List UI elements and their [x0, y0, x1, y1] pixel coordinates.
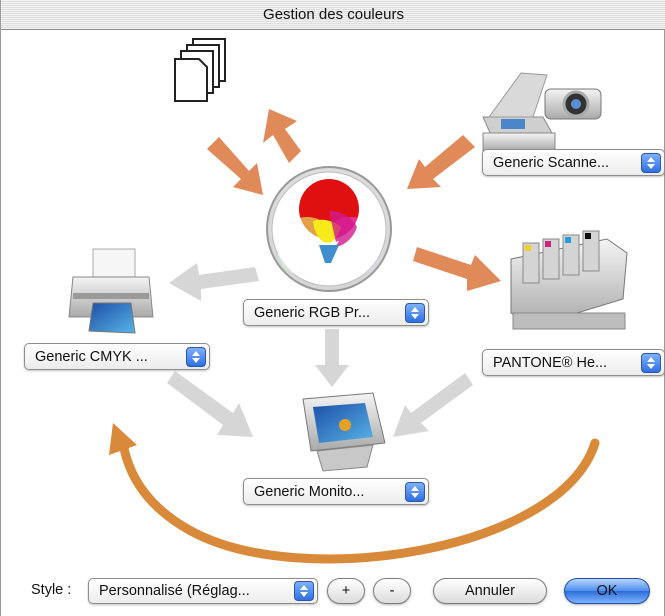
- printer-icon[interactable]: [68, 248, 154, 334]
- window-title: Gestion des couleurs: [263, 6, 404, 23]
- scanner-profile-label: Generic Scanne...: [493, 154, 610, 171]
- footer-bar: Style : Personnalisé (Réglag... + - Annu…: [1, 578, 665, 608]
- pantone-profile-popup[interactable]: PANTONE® He...: [482, 349, 665, 376]
- style-value: Personnalisé (Réglag...: [99, 583, 250, 599]
- arrow-printer-to-monitor: [167, 371, 253, 437]
- scanner-camera-icon[interactable]: [482, 72, 602, 152]
- rgb-profile-label: Generic RGB Pr...: [254, 304, 371, 321]
- chevron-updown-icon: [641, 152, 661, 173]
- chevron-updown-icon: [405, 302, 425, 323]
- arrow-rgb-to-printer: [169, 263, 259, 301]
- arrow-scanner-to-rgb: [407, 135, 475, 189]
- color-management-window: Gestion des couleurs Generic Scanne... G…: [0, 0, 665, 616]
- chevron-updown-icon: [294, 581, 314, 601]
- monitor-profile-popup[interactable]: Generic Monito...: [243, 478, 429, 505]
- ok-label: OK: [596, 583, 618, 599]
- chevron-updown-icon: [186, 346, 206, 367]
- monitor-profile-label: Generic Monito...: [254, 483, 365, 500]
- cmyk-profile-label: Generic CMYK ...: [35, 348, 148, 365]
- arrow-rgb-to-pantone: [413, 247, 501, 291]
- monitor-icon[interactable]: [302, 392, 386, 472]
- press-icon[interactable]: [510, 230, 628, 330]
- chevron-updown-icon: [405, 481, 425, 502]
- arrow-documents-to-rgb: [207, 137, 263, 195]
- pantone-profile-label: PANTONE® He...: [493, 354, 608, 371]
- documents-icon[interactable]: [174, 38, 226, 102]
- arrow-pantone-to-monitor: [393, 373, 473, 437]
- remove-style-button[interactable]: -: [373, 578, 411, 604]
- add-style-label: +: [341, 583, 351, 599]
- chevron-updown-icon: [641, 352, 661, 373]
- add-style-button[interactable]: +: [327, 578, 365, 604]
- ok-button[interactable]: OK: [564, 578, 650, 604]
- style-popup[interactable]: Personnalisé (Réglag...: [88, 578, 318, 604]
- title-bar[interactable]: Gestion des couleurs: [1, 0, 665, 30]
- style-label: Style :: [31, 582, 72, 598]
- rgb-profile-popup[interactable]: Generic RGB Pr...: [243, 299, 429, 326]
- arrow-rgb-to-documents: [263, 109, 301, 163]
- workflow-area: Generic Scanne... Generic RGB Pr... Gene…: [1, 31, 665, 616]
- remove-style-label: -: [389, 583, 395, 599]
- scanner-profile-popup[interactable]: Generic Scanne...: [482, 149, 665, 176]
- rgb-color-wheel-icon[interactable]: [266, 166, 392, 292]
- cmyk-profile-popup[interactable]: Generic CMYK ...: [24, 343, 210, 370]
- cancel-button[interactable]: Annuler: [433, 578, 547, 604]
- cancel-label: Annuler: [465, 583, 515, 599]
- arrow-rgb-to-monitor: [315, 329, 349, 387]
